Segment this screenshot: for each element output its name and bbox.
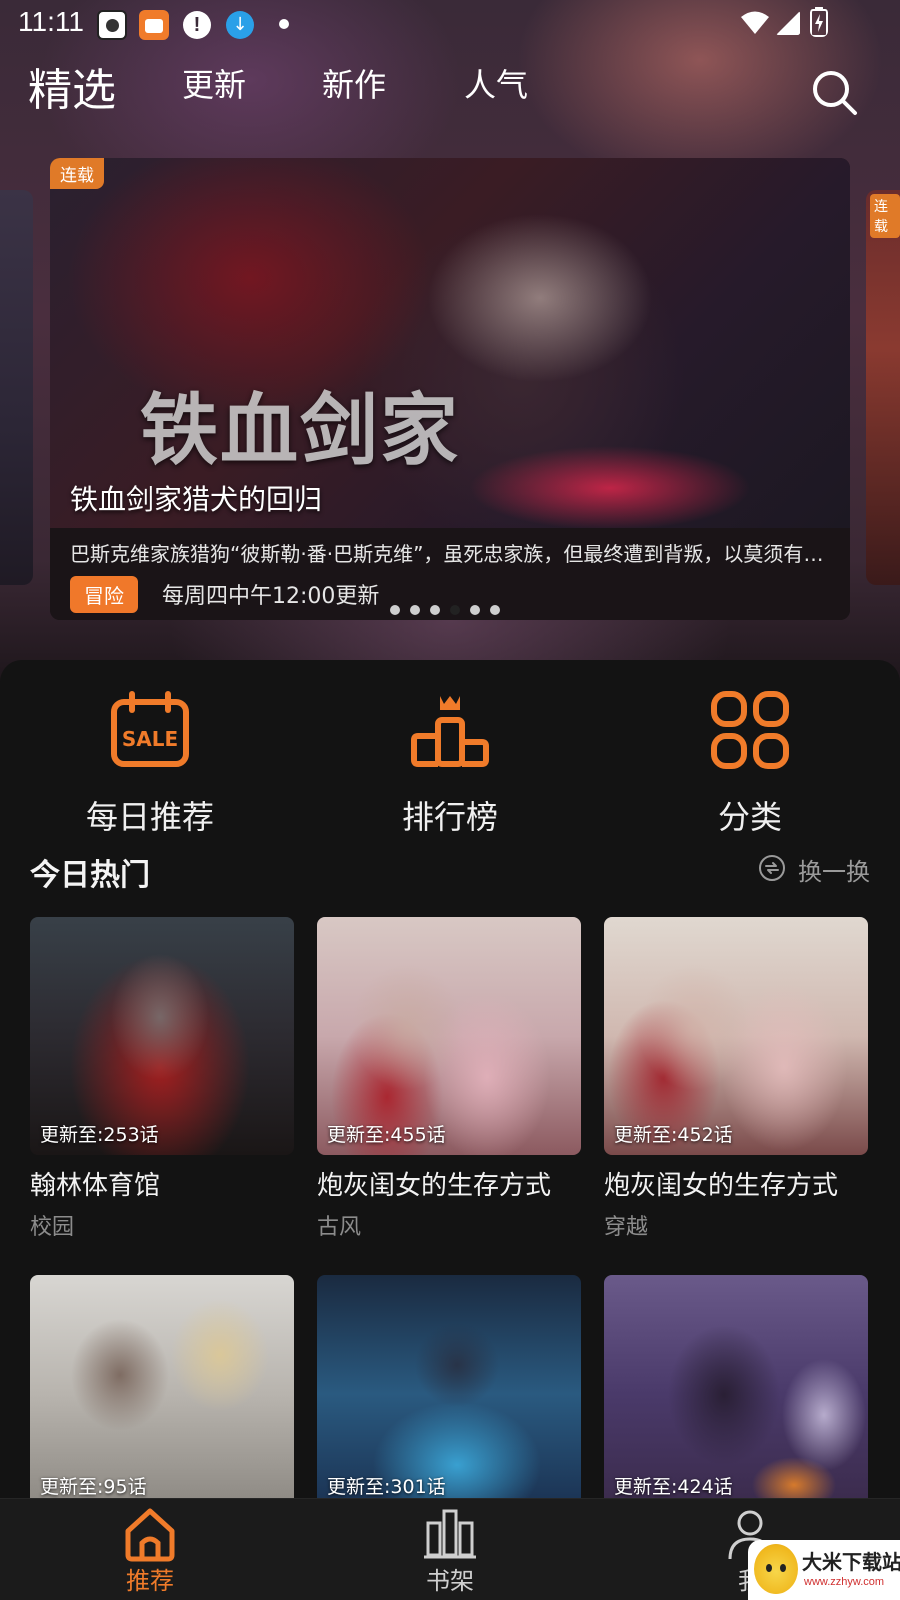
comic-update-count: 更新至:95话 xyxy=(40,1476,147,1498)
wifi-icon xyxy=(741,11,769,34)
section-title: 今日热门 xyxy=(30,858,150,893)
comic-cover: 更新至:301话 xyxy=(317,1275,581,1500)
grid-category-icon xyxy=(711,691,789,769)
baidu-app-icon xyxy=(97,10,127,40)
status-time: 11:11 xyxy=(18,6,84,37)
more-notifications-dot-icon xyxy=(279,19,289,29)
daily-recommend-label: 每日推荐 xyxy=(85,798,214,836)
carousel-dot-active[interactable] xyxy=(450,605,460,615)
daily-recommend-button[interactable]: SALE 每日推荐 xyxy=(0,690,300,836)
home-icon xyxy=(125,1508,175,1562)
search-icon[interactable] xyxy=(810,68,860,118)
comic-genre: 穿越 xyxy=(604,1215,649,1240)
banner-art-logo: 铁血剑家 xyxy=(140,385,461,476)
refresh-button[interactable]: 换一换 xyxy=(758,852,870,888)
comic-genre: 校园 xyxy=(30,1215,75,1240)
banner-card[interactable]: 铁血剑家 连载 铁血剑家猎犬的回归 巴斯克维家族猎狗“彼斯勒·番·巴斯克维”，虽… xyxy=(50,158,850,620)
category-button[interactable]: 分类 xyxy=(600,690,900,836)
comic-cover: 更新至:455话 xyxy=(317,917,581,1155)
watermark-url: www.zzhyw.com xyxy=(804,1576,885,1588)
banner-description: 巴斯克维家族猎狗“彼斯勒·番·巴斯克维”，虽死忠家族，但最终遭到背叛，以莫须有的… xyxy=(70,542,830,566)
comic-card[interactable]: 更新至:424话 xyxy=(604,1275,868,1500)
comic-card[interactable]: 更新至:301话 xyxy=(317,1275,581,1500)
watermark-text: 大米下载站 xyxy=(802,1550,900,1574)
category-label: 分类 xyxy=(717,798,782,836)
main-panel: SALE 每日推荐 排行榜 分类 今日热门 换一换 更新至:253话 翰林体育馆… xyxy=(0,660,900,1500)
carousel-dot[interactable] xyxy=(490,605,500,615)
bottom-tab-bookshelf[interactable]: 书架 xyxy=(300,1499,600,1600)
banner-prev-card[interactable] xyxy=(0,190,33,585)
banner-info: 巴斯克维家族猎狗“彼斯勒·番·巴斯克维”，虽死忠家族，但最终遭到背叛，以莫须有的… xyxy=(50,528,850,620)
svg-text:SALE: SALE xyxy=(122,727,178,751)
comic-cover: 更新至:424话 xyxy=(604,1275,868,1500)
carousel-dot[interactable] xyxy=(430,605,440,615)
tab-featured[interactable]: 精选 xyxy=(28,54,116,118)
tab-popular[interactable]: 人气 xyxy=(464,60,528,106)
carousel-dot[interactable] xyxy=(390,605,400,615)
banner-status-tag: 连载 xyxy=(50,158,104,189)
bottom-tab-label: 书架 xyxy=(426,1567,474,1595)
comic-cover: 更新至:95话 xyxy=(30,1275,294,1500)
battery-icon xyxy=(810,7,828,37)
comic-title: 炮灰闺女的生存方式 xyxy=(604,1171,839,1201)
comic-title: 炮灰闺女的生存方式 xyxy=(317,1171,552,1201)
tab-updates[interactable]: 更新 xyxy=(182,60,246,106)
banner-title: 铁血剑家猎犬的回归 xyxy=(70,483,323,516)
signal-icon xyxy=(776,11,800,35)
banner-next-card[interactable]: 连载 xyxy=(866,190,900,585)
hot-section-header: 今日热门 换一换 xyxy=(30,850,870,893)
carousel-dot[interactable] xyxy=(410,605,420,615)
app-notification-icon xyxy=(139,10,169,40)
sale-calendar-icon: SALE xyxy=(111,691,189,767)
podium-crown-icon xyxy=(411,696,489,767)
comic-update-count: 更新至:253话 xyxy=(40,1124,159,1146)
comic-genre: 古风 xyxy=(317,1215,362,1240)
site-watermark: 大米下载站 www.zzhyw.com xyxy=(748,1540,900,1600)
bookshelf-icon xyxy=(424,1509,476,1559)
comic-title: 翰林体育馆 xyxy=(30,1171,161,1201)
alert-icon xyxy=(183,11,211,39)
comic-card[interactable]: 更新至:452话 炮灰闺女的生存方式 穿越 xyxy=(604,917,868,1247)
ranking-label: 排行榜 xyxy=(401,798,498,836)
watermark-mascot-icon xyxy=(754,1544,798,1594)
comic-update-count: 更新至:455话 xyxy=(327,1124,446,1146)
comic-card[interactable]: 更新至:253话 翰林体育馆 校园 xyxy=(30,917,294,1247)
carousel-dots xyxy=(390,600,510,615)
bottom-tab-label: 推荐 xyxy=(126,1567,174,1595)
banner-artwork: 铁血剑家 xyxy=(50,158,850,528)
ranking-button[interactable]: 排行榜 xyxy=(300,690,600,836)
banner-genre-badge: 冒险 xyxy=(70,576,138,613)
bottom-tab-recommend[interactable]: 推荐 xyxy=(0,1499,300,1600)
tab-new[interactable]: 新作 xyxy=(322,60,386,106)
comic-cover: 更新至:253话 xyxy=(30,917,294,1155)
status-bar: 11:11 xyxy=(0,0,900,48)
banner-next-status-tag: 连载 xyxy=(870,194,900,238)
comic-update-count: 更新至:452话 xyxy=(614,1124,733,1146)
comic-update-count: 更新至:301话 xyxy=(327,1476,446,1498)
comic-update-count: 更新至:424话 xyxy=(614,1476,733,1498)
comic-cover: 更新至:452话 xyxy=(604,917,868,1155)
download-icon xyxy=(226,11,254,39)
comic-card[interactable]: 更新至:455话 炮灰闺女的生存方式 古风 xyxy=(317,917,581,1247)
top-nav: 精选 更新 新作 人气 xyxy=(0,60,900,124)
comic-card[interactable]: 更新至:95话 xyxy=(30,1275,294,1500)
refresh-icon xyxy=(759,855,785,881)
banner-schedule: 每周四中午12:00更新 xyxy=(162,584,380,609)
carousel-dot[interactable] xyxy=(470,605,480,615)
refresh-label: 换一换 xyxy=(798,858,870,886)
